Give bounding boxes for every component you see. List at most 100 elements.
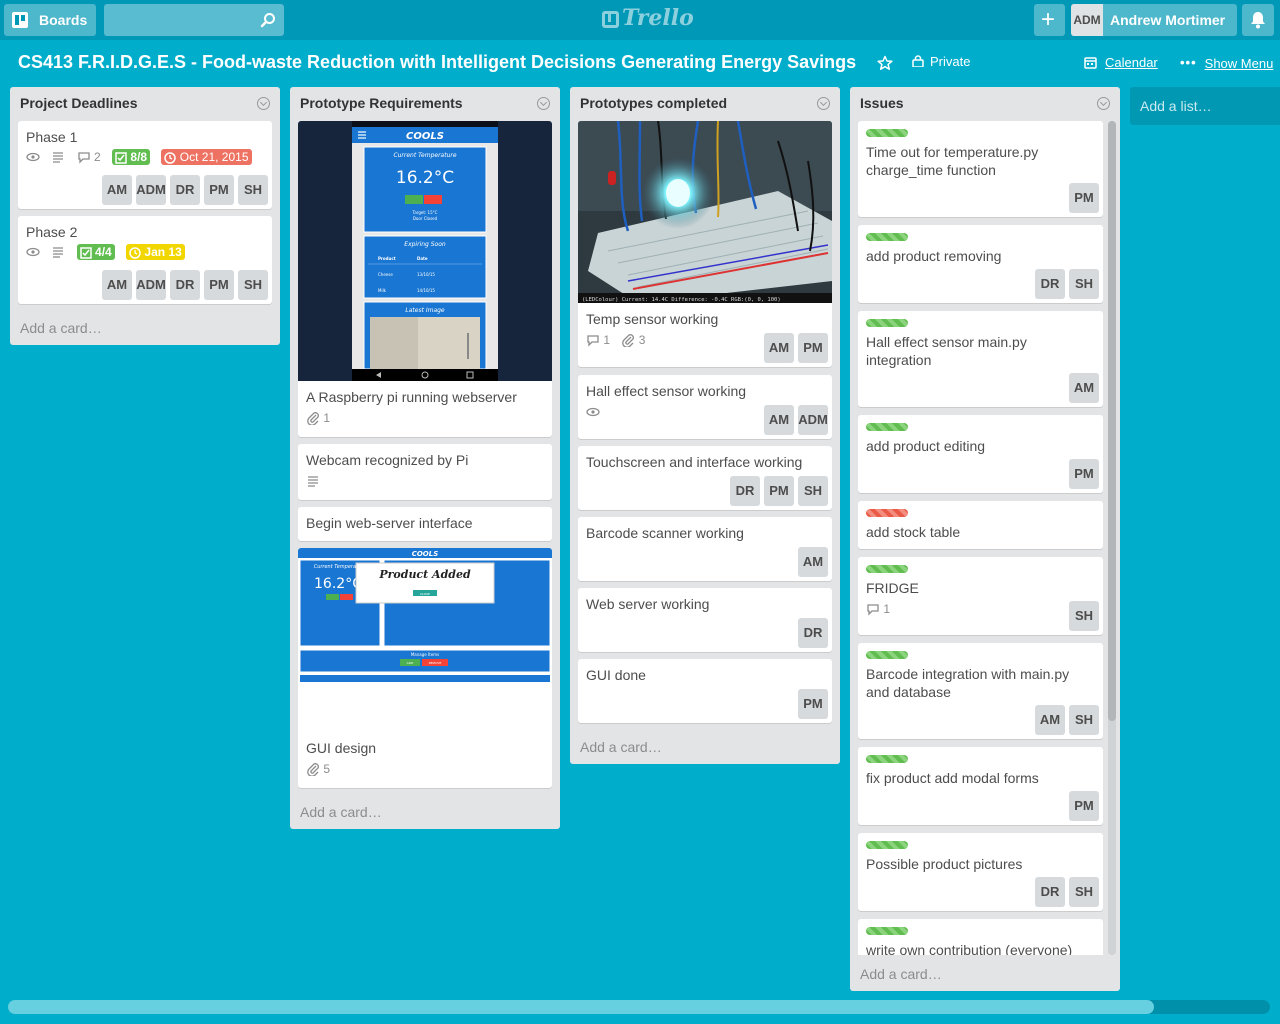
card-title: Possible product pictures — [866, 856, 1023, 872]
member-avatar[interactable]: PM — [1069, 459, 1099, 489]
trello-logo[interactable]: Trello — [600, 5, 694, 33]
card-webcam-recognized[interactable]: Webcam recognized by Pi — [298, 444, 552, 500]
member-avatar[interactable]: SH — [1069, 877, 1099, 907]
list-title[interactable]: Prototypes completed — [580, 95, 727, 111]
member-avatar[interactable]: PM — [798, 333, 828, 363]
card-issue-fix-modal-forms[interactable]: fix product add modal forms PM — [858, 747, 1103, 825]
card-label[interactable] — [866, 423, 908, 431]
member-avatar[interactable]: SH — [798, 476, 828, 506]
card-label[interactable] — [866, 755, 908, 763]
card-gui-design[interactable]: COOLS Current Temperature 16.2°C Product… — [298, 548, 552, 788]
member-avatar[interactable]: AM — [1035, 705, 1065, 735]
card-label[interactable] — [866, 651, 908, 659]
member-avatar[interactable]: DR — [170, 175, 200, 205]
card-issue-write-contribution[interactable]: write own contribution (everyone) — [858, 919, 1103, 955]
card-barcode-scanner[interactable]: Barcode scanner working AM — [578, 517, 832, 581]
search-box[interactable] — [104, 4, 284, 36]
card-hall-effect-sensor[interactable]: Hall effect sensor working AM ADM — [578, 375, 832, 439]
member-avatar[interactable]: DR — [1035, 269, 1065, 299]
card-label[interactable] — [866, 233, 908, 241]
card-title: add product removing — [866, 248, 1002, 264]
card-temp-sensor[interactable]: (LEDColour) Current: 14.4C Difference: -… — [578, 121, 832, 367]
add-card-button[interactable]: Add a card… — [860, 966, 942, 982]
member-avatar[interactable]: DR — [730, 476, 760, 506]
star-icon[interactable] — [877, 55, 893, 71]
card-label[interactable] — [866, 565, 908, 573]
card-web-server-working[interactable]: Web server working DR — [578, 588, 832, 652]
card-issue-fridge[interactable]: FRIDGE 1 SH — [858, 557, 1103, 635]
cover-temp-heading: Current Temperature — [393, 152, 456, 159]
attachment-icon — [307, 763, 319, 777]
list-title[interactable]: Prototype Requirements — [300, 95, 463, 111]
member-avatar[interactable]: AM — [798, 547, 828, 577]
member-avatar[interactable]: PM — [798, 689, 828, 719]
list-menu-icon[interactable] — [537, 97, 550, 110]
add-list-button[interactable]: Add a list… — [1130, 87, 1280, 125]
member-avatar[interactable]: DR — [798, 618, 828, 648]
card-label[interactable] — [866, 509, 908, 517]
show-menu-button[interactable]: ••• Show Menu — [1180, 55, 1273, 71]
member-avatar[interactable]: AM — [102, 175, 132, 205]
member-avatar[interactable]: SH — [238, 175, 268, 205]
member-avatar[interactable]: ADM — [798, 405, 828, 435]
list-menu-icon[interactable] — [257, 97, 270, 110]
add-card-button[interactable]: Add a card… — [300, 804, 382, 820]
member-avatar[interactable]: DR — [170, 270, 200, 300]
add-card-button[interactable]: Add a card… — [580, 739, 662, 755]
card-raspberry-pi-webserver[interactable]: COOLS Current Temperature 16.2°C Target:… — [298, 121, 552, 437]
list-title[interactable]: Project Deadlines — [20, 95, 138, 111]
boards-button[interactable]: Boards — [4, 4, 96, 36]
cover-door: Door Closed — [413, 216, 438, 221]
member-avatar[interactable]: ADM — [136, 270, 166, 300]
card-gui-done[interactable]: GUI done PM — [578, 659, 832, 723]
card-phase-2[interactable]: Phase 2 4/4 Jan 13 AM ADM DR PM SH — [18, 216, 272, 304]
member-avatar[interactable]: AM — [1069, 373, 1099, 403]
card-issue-barcode-integration[interactable]: Barcode integration with main.py and data… — [858, 643, 1103, 739]
member-avatar[interactable]: SH — [1069, 269, 1099, 299]
user-menu-button[interactable]: ADM Andrew Mortimer — [1071, 4, 1237, 36]
card-badges — [306, 473, 328, 489]
board-scrollbar-thumb[interactable] — [8, 1000, 1154, 1014]
member-avatar[interactable]: PM — [1069, 183, 1099, 213]
member-avatar[interactable]: PM — [204, 175, 234, 205]
member-avatar[interactable]: PM — [204, 270, 234, 300]
card-label[interactable] — [866, 129, 908, 137]
card-label[interactable] — [866, 841, 908, 849]
card-title-line: integration — [866, 352, 932, 368]
calendar-button[interactable]: Calendar — [1084, 55, 1158, 70]
list-menu-icon[interactable] — [817, 97, 830, 110]
search-input[interactable] — [104, 4, 254, 36]
member-avatar[interactable]: ADM — [136, 175, 166, 205]
card-issue-temperature-timeout[interactable]: Time out for temperature.py charge_time f… — [858, 121, 1103, 217]
card-issue-add-product-removing[interactable]: add product removing DR SH — [858, 225, 1103, 303]
member-avatar[interactable]: SH — [1069, 601, 1099, 631]
add-button[interactable]: + — [1034, 4, 1065, 36]
card-issue-hall-effect-integration[interactable]: Hall effect sensor main.py integration AM — [858, 311, 1103, 407]
card-touchscreen-interface[interactable]: Touchscreen and interface working DR PM SH — [578, 446, 832, 510]
issues-scrollbar-thumb[interactable] — [1108, 121, 1116, 721]
checklist-badge: 4/4 — [76, 244, 115, 260]
card-issue-add-product-editing[interactable]: add product editing PM — [858, 415, 1103, 493]
add-card-button[interactable]: Add a card… — [20, 320, 102, 336]
card-title: Temp sensor working — [586, 311, 719, 327]
card-label[interactable] — [866, 927, 908, 935]
card-label[interactable] — [866, 319, 908, 327]
member-avatar[interactable]: PM — [1069, 791, 1099, 821]
member-avatar[interactable]: PM — [764, 476, 794, 506]
board-title[interactable]: CS413 F.R.I.D.G.E.S - Food-waste Reducti… — [18, 52, 856, 73]
member-avatar[interactable]: SH — [1069, 705, 1099, 735]
card-begin-web-server[interactable]: Begin web-server interface — [298, 507, 552, 541]
checklist-count: 4/4 — [95, 245, 112, 259]
plus-icon: + — [1041, 6, 1056, 33]
member-avatar[interactable]: AM — [102, 270, 132, 300]
member-avatar[interactable]: DR — [1035, 877, 1065, 907]
card-issue-add-stock-table[interactable]: add stock table — [858, 501, 1103, 549]
search-icon[interactable] — [260, 12, 276, 28]
visibility-button[interactable]: Private — [912, 54, 970, 69]
member-avatar[interactable]: SH — [238, 270, 268, 300]
card-phase-1[interactable]: Phase 1 2 8/8 Oct 21, 2015 AM ADM DR PM SH — [18, 121, 272, 209]
notifications-button[interactable] — [1242, 4, 1274, 36]
member-avatar[interactable]: AM — [764, 333, 794, 363]
member-avatar[interactable]: AM — [764, 405, 794, 435]
card-issue-product-pictures[interactable]: Possible product pictures DR SH — [858, 833, 1103, 911]
